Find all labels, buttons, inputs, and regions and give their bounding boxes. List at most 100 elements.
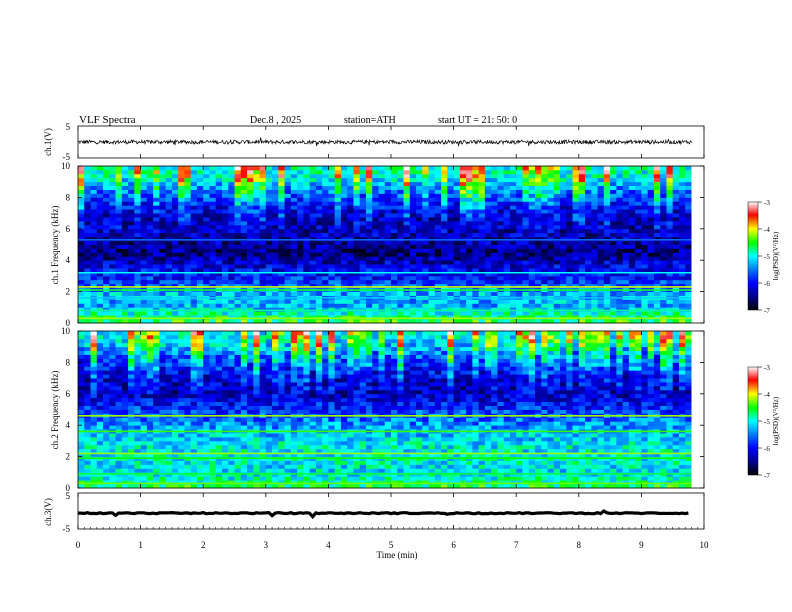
ch1-spectrogram-cell bbox=[416, 303, 423, 308]
ch2-spectrogram-cell bbox=[215, 334, 223, 340]
ch1-spectrogram-cell bbox=[566, 201, 573, 206]
ch1-spectrogram-cell bbox=[572, 193, 580, 198]
ch2-spectrogram-cell bbox=[171, 421, 179, 426]
ch2-spectrogram-cell bbox=[171, 338, 179, 344]
ch1-spectrogram-cell bbox=[178, 197, 185, 202]
ch1-spectrogram-cell bbox=[322, 205, 329, 210]
ch1-spectrogram-cell bbox=[372, 256, 379, 261]
ch1-spectrogram-cell bbox=[528, 279, 536, 285]
ch1-spectrogram-cell bbox=[459, 244, 467, 249]
ch1-spectrogram-cell bbox=[115, 197, 123, 202]
ch2-spectrogram-cell bbox=[234, 405, 242, 410]
ch1-spectrogram-cell bbox=[516, 169, 523, 175]
ch2-spectrogram-cell bbox=[90, 436, 98, 442]
ch1-spectrogram-cell bbox=[416, 217, 423, 222]
ch1-spectrogram-cell bbox=[121, 244, 129, 249]
ch1-spectrogram-cell bbox=[334, 217, 342, 222]
ch2-spectrogram-cell bbox=[234, 382, 242, 387]
ch1-spectrogram-cell bbox=[585, 303, 592, 308]
ch1-spectrogram-cell bbox=[647, 264, 655, 269]
ch1-spectrogram-cell bbox=[416, 181, 423, 187]
ch2-spectrogram-cell bbox=[140, 440, 148, 446]
ch1-spectrogram-cell bbox=[121, 291, 129, 296]
ch1-spectrogram-cell bbox=[90, 201, 98, 206]
ch2-spectrogram-cell bbox=[196, 378, 204, 383]
ch1-spectrogram-cell bbox=[134, 299, 141, 304]
ch1-spectrogram-cell bbox=[128, 244, 135, 249]
ch1-spectrogram-cell bbox=[103, 248, 110, 253]
ch1-spectrogram-cell bbox=[365, 248, 373, 253]
ch2-spectrogram-cell bbox=[203, 338, 210, 344]
ch1-spectrogram-cell bbox=[391, 303, 398, 308]
ch1-spectrogram-cell bbox=[622, 252, 630, 257]
ch1-spectrogram-cell bbox=[297, 291, 304, 296]
ch1-spectrogram-cell bbox=[484, 260, 492, 265]
ch1-spectrogram-cell bbox=[234, 252, 242, 257]
ch2-spectrogram-cell bbox=[228, 405, 235, 410]
ch1-spectrogram-cell bbox=[591, 173, 598, 179]
ch1-spectrogram-cell bbox=[153, 256, 160, 261]
ch1-spectrogram-cell bbox=[484, 311, 492, 316]
ch1-spectrogram-cell bbox=[497, 197, 505, 202]
ch1-spectrogram-cell bbox=[190, 185, 198, 190]
ch1-spectrogram-cell bbox=[678, 181, 686, 187]
ch2-spectrogram-cell bbox=[221, 374, 229, 379]
ch1-spectrogram-cell bbox=[434, 252, 442, 257]
ch2-spectrogram-cell bbox=[134, 331, 141, 336]
ch1-spectrogram-cell bbox=[560, 185, 567, 190]
ch2-spectrogram-cell bbox=[209, 401, 217, 406]
ch2-spectrogram-cell bbox=[96, 405, 104, 410]
ch1-spectrogram-cell bbox=[610, 228, 617, 234]
ch2-spectrogram-cell bbox=[178, 358, 185, 363]
ch1-spectrogram-cell bbox=[190, 217, 198, 222]
ch2-spectrogram-cell bbox=[109, 354, 116, 359]
ch1-spectrogram-cell bbox=[610, 197, 617, 202]
ch1-spectrogram-cell bbox=[272, 264, 279, 269]
ch1-spectrogram-cell bbox=[616, 197, 624, 202]
ch1-spectrogram-cell bbox=[441, 213, 448, 218]
ch1-spectrogram-cell bbox=[159, 240, 167, 245]
ch1-spectrogram-cell bbox=[534, 201, 542, 206]
ch1-spectrogram-cell bbox=[234, 166, 242, 171]
ch1-spectrogram-cell bbox=[534, 232, 542, 238]
ch1-spectrogram-cell bbox=[253, 252, 260, 257]
ch1-spectrogram-cell bbox=[115, 189, 123, 194]
ch1-spectrogram-cell bbox=[209, 244, 217, 249]
ch2-spectrogram-cell bbox=[184, 444, 192, 450]
ch1-spectrogram-cell bbox=[334, 228, 342, 234]
ch2-spectrogram-cell bbox=[96, 354, 104, 359]
ch1-spectrogram-cell bbox=[140, 197, 148, 202]
ch2-spectrogram-cell bbox=[90, 421, 98, 426]
ch1-spectrogram-cell bbox=[297, 220, 304, 226]
ch1-spectrogram-cell bbox=[628, 275, 636, 281]
ch1-spectrogram-cell bbox=[672, 193, 680, 198]
ch1-spectrogram-cell bbox=[115, 185, 123, 190]
ch1-spectrogram-cell bbox=[353, 268, 361, 273]
ch2-spectrogram-cell bbox=[221, 436, 229, 442]
ch1-spectrogram-cell bbox=[265, 201, 273, 206]
ch1-spectrogram-cell bbox=[378, 205, 386, 210]
ch2-spectrogram-cell bbox=[115, 444, 123, 450]
ch1-spectrogram-cell bbox=[660, 228, 667, 234]
ch1-spectrogram-cell bbox=[146, 252, 154, 257]
ch1-spectrogram-cell bbox=[403, 181, 411, 187]
ch1-spectrogram-cell bbox=[603, 264, 611, 269]
ch2-spectrogram-cell bbox=[203, 401, 210, 406]
ch1-spectrogram-cell bbox=[372, 224, 379, 230]
ch1-spectrogram-cell bbox=[422, 197, 429, 202]
ch2-spectrogram-cell bbox=[184, 433, 192, 438]
ch1-colorbar bbox=[747, 201, 759, 311]
ch1-spectrogram-cell bbox=[359, 232, 367, 238]
ch1-spectrogram-cell bbox=[422, 232, 429, 238]
ch1-spectrogram-cell bbox=[422, 291, 429, 296]
ch1-spectrogram-cell bbox=[453, 291, 461, 296]
ch1-spectrogram-cell bbox=[159, 311, 167, 316]
ch1-spectrogram-cell bbox=[628, 177, 636, 183]
ch1-spectrogram-cell bbox=[472, 279, 480, 285]
ch1-spectrogram-cell bbox=[84, 169, 91, 175]
ch1-spectrogram-cell bbox=[572, 166, 580, 171]
ch2-spectrogram-cell bbox=[178, 331, 185, 336]
ch1-spectrogram-cell bbox=[534, 256, 542, 261]
ch1-spectrogram-cell bbox=[547, 264, 555, 269]
ch1-spectrogram-cell bbox=[165, 201, 173, 206]
